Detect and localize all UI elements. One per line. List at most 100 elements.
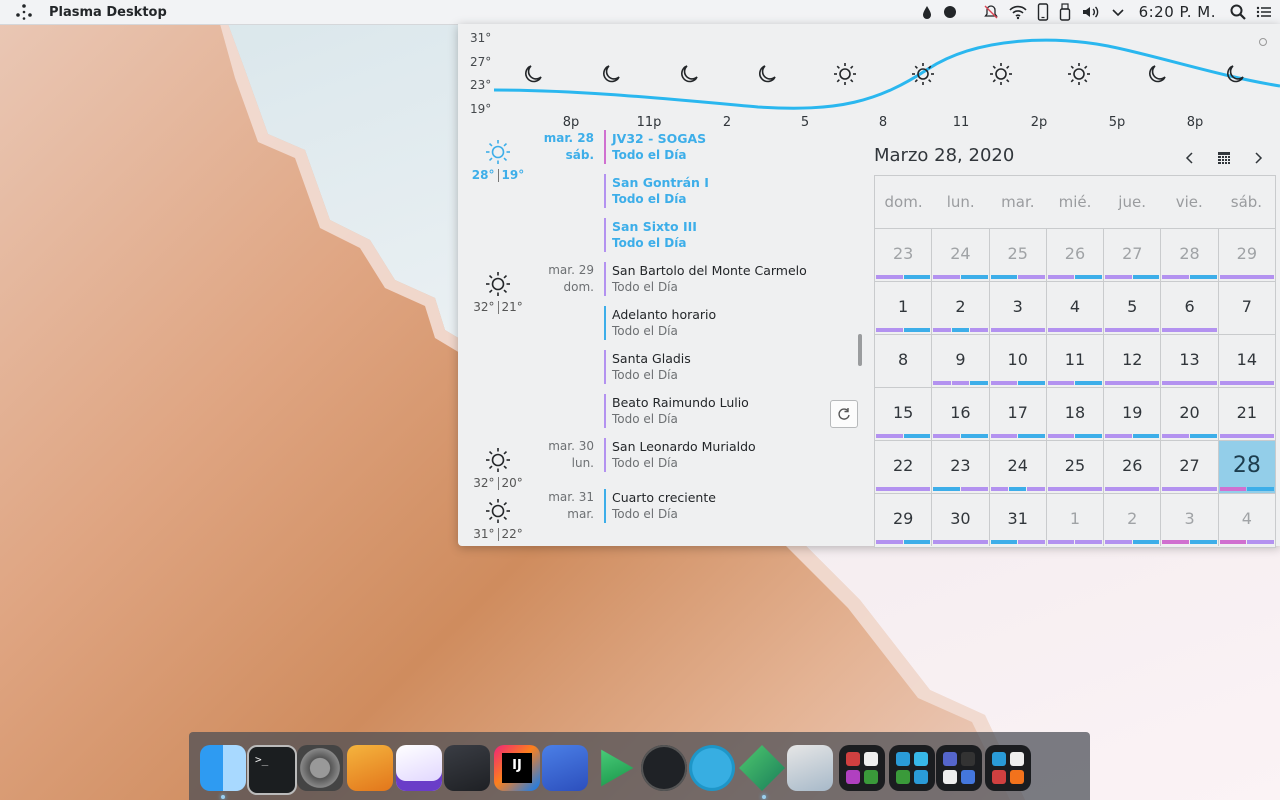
day-cell[interactable]: 14 [1219, 335, 1275, 387]
search-icon[interactable] [1230, 4, 1246, 20]
agenda-scrollbar[interactable] [858, 334, 862, 366]
agenda-event[interactable]: Santa Gladis Todo el Día [604, 350, 862, 384]
telegram-icon[interactable] [689, 745, 735, 791]
date-text: mar. 28 [543, 131, 594, 145]
day-cell[interactable]: 25 [990, 229, 1047, 281]
selected-day-cell[interactable]: 28 [1218, 441, 1275, 493]
day-number: 15 [892, 403, 914, 422]
intellij-icon[interactable]: IJ [494, 745, 540, 791]
agenda-event[interactable]: San Sixto III Todo el Día [604, 218, 862, 252]
day-cell[interactable]: 28 [1161, 229, 1219, 281]
next-month-button[interactable] [1248, 148, 1268, 168]
notifications-off-icon[interactable] [983, 4, 999, 20]
day-cell[interactable]: 24 [932, 229, 990, 281]
day-cell[interactable]: 16 [932, 388, 990, 440]
chart-option-dot[interactable] [1259, 38, 1267, 46]
day-cell[interactable]: 11 [1047, 335, 1105, 387]
temp-tick-label: 31° [470, 31, 491, 45]
day-number: 23 [892, 244, 914, 263]
event-indicator [1162, 487, 1217, 491]
day-cell[interactable]: 21 [1219, 388, 1275, 440]
day-cell[interactable]: 27 [1161, 441, 1219, 493]
day-cell[interactable]: 13 [1161, 335, 1219, 387]
agenda-event[interactable]: San Bartolo del Monte Carmelo Todo el Día [604, 262, 862, 296]
day-cell[interactable]: 2 [1104, 494, 1162, 546]
event-indicator [1105, 434, 1160, 438]
media-player-icon[interactable] [601, 749, 634, 787]
day-cell[interactable]: 19 [1104, 388, 1162, 440]
event-title: San Bartolo del Monte Carmelo [612, 263, 807, 278]
system-preferences-icon[interactable] [297, 745, 343, 791]
day-number: 6 [1184, 297, 1195, 316]
agenda-event[interactable]: JV32 - SOGAS Todo el Día [604, 130, 862, 164]
day-cell[interactable]: 23 [875, 229, 933, 281]
wifi-icon[interactable] [1008, 4, 1027, 20]
day-cell[interactable]: 24 [990, 441, 1047, 493]
day-cell[interactable]: 29 [1219, 229, 1275, 281]
dev-tools-folder-icon[interactable] [889, 745, 935, 791]
day-cell[interactable]: 2 [932, 282, 990, 334]
day-cell[interactable]: 10 [990, 335, 1047, 387]
agenda-event[interactable]: San Gontrán I Todo el Día [604, 174, 862, 208]
agenda-event[interactable]: San Leonardo Murialdo Todo el Día [604, 438, 862, 472]
active-window-title[interactable]: Plasma Desktop [49, 5, 167, 20]
day-cell[interactable]: 4 [1047, 282, 1105, 334]
hour-label: 8 [879, 115, 887, 130]
mail-icon[interactable] [787, 745, 833, 791]
menu-list-icon[interactable] [1256, 5, 1272, 19]
record-icon[interactable] [943, 5, 957, 19]
event-indicator [1047, 328, 1103, 332]
inkscape-icon[interactable] [396, 745, 442, 791]
agenda-list[interactable]: 28° 19° mar. 28 sáb. JV32 - SOGAS Todo el Día… [458, 130, 868, 546]
day-cell[interactable]: 3 [1161, 494, 1219, 546]
previous-month-button[interactable] [1180, 148, 1200, 168]
day-cell[interactable]: 5 [1104, 282, 1162, 334]
phone-icon[interactable] [1037, 3, 1049, 21]
browsers-folder-icon[interactable] [985, 745, 1031, 791]
qt-creator-icon[interactable] [739, 745, 785, 791]
digital-clock[interactable]: 6:20 P. M. [1135, 3, 1220, 21]
volume-icon[interactable] [1081, 4, 1101, 20]
office-folder-icon[interactable] [839, 745, 885, 791]
refresh-button[interactable] [830, 400, 858, 428]
day-cell[interactable]: 7 [1219, 282, 1275, 334]
day-number: 11 [1064, 350, 1086, 369]
day-cell[interactable]: 9 [932, 335, 990, 387]
agenda-event[interactable]: Cuarto creciente Todo el Día [604, 489, 862, 523]
chevron-down-icon[interactable] [1111, 5, 1125, 19]
day-cell[interactable]: 1 [875, 282, 933, 334]
usb-storage-icon[interactable] [1059, 3, 1071, 21]
day-cell[interactable]: 1 [1047, 494, 1105, 546]
media-folder-icon[interactable] [936, 745, 982, 791]
day-cell[interactable]: 27 [1104, 229, 1162, 281]
day-cell[interactable]: 18 [1047, 388, 1105, 440]
day-cell[interactable]: 31 [990, 494, 1047, 546]
today-button[interactable] [1214, 148, 1234, 168]
day-cell[interactable]: 29 [875, 494, 933, 546]
terminal-icon[interactable]: >_ [247, 745, 297, 795]
app-launcher-icon[interactable] [13, 1, 35, 23]
agenda-event[interactable]: Beato Raimundo Lulio Todo el Día [604, 394, 862, 428]
day-cell[interactable]: 30 [932, 494, 990, 546]
day-cell[interactable]: 26 [1104, 441, 1162, 493]
day-cell[interactable]: 3 [990, 282, 1047, 334]
agenda-event[interactable]: Adelanto horario Todo el Día [604, 306, 862, 340]
day-cell[interactable]: 20 [1161, 388, 1219, 440]
day-cell[interactable]: 12 [1104, 335, 1162, 387]
day-cell[interactable]: 15 [875, 388, 933, 440]
day-cell[interactable]: 8 [875, 335, 933, 387]
day-cell[interactable]: 17 [990, 388, 1047, 440]
drop-icon[interactable] [921, 5, 933, 19]
day-cell[interactable]: 26 [1047, 229, 1105, 281]
finder-icon[interactable] [200, 745, 246, 791]
code-editor-icon[interactable] [444, 745, 490, 791]
day-cell[interactable]: 6 [1161, 282, 1219, 334]
day-cell[interactable]: 4 [1219, 494, 1275, 546]
deezer-icon[interactable] [641, 745, 687, 791]
day-cell[interactable]: 25 [1047, 441, 1105, 493]
day-cell[interactable]: 23 [932, 441, 990, 493]
pages-icon[interactable] [347, 745, 393, 791]
zoom-icon[interactable] [542, 745, 588, 791]
day-cell[interactable]: 22 [875, 441, 933, 493]
day-number: 7 [1241, 297, 1252, 316]
